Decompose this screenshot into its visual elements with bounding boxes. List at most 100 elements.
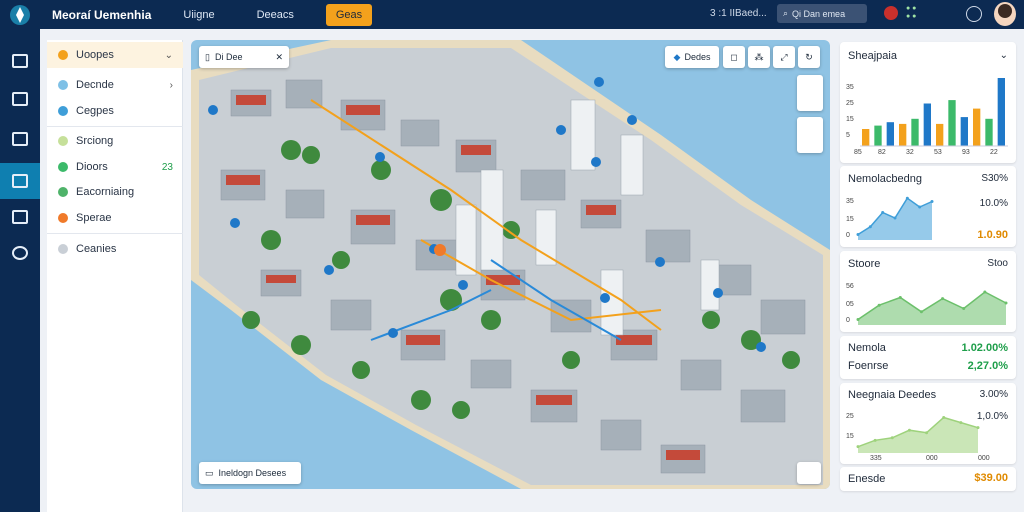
chart-panel-sheajpaia: Sheajpaia ⌄ 35 25 15 5 85 82 32 53 93 22 [840, 42, 1016, 163]
legend-label: Ineldogn Desees [218, 468, 287, 478]
area-chart [856, 290, 1008, 325]
footer-amount: $39.00 [974, 472, 1008, 484]
data-point [856, 233, 860, 236]
bar [899, 123, 907, 146]
data-point [856, 445, 860, 449]
app-title: Meoraí Uemenhia [52, 7, 152, 22]
top-bar: Meoraí Uemenhia Uiigne Deeacs Geas 3 :1 … [0, 0, 1024, 29]
chevron-right-icon[interactable]: › [170, 80, 173, 91]
expand-icon[interactable]: ⤢ [773, 46, 795, 68]
refresh-icon[interactable]: ↻ [798, 46, 820, 68]
fullscreen-icon[interactable] [797, 462, 821, 484]
sidebar-item-label: Eacorniaing [76, 186, 135, 198]
document-icon [12, 210, 28, 224]
data-point [959, 421, 963, 425]
sidebar-item-eacorniaing[interactable]: Eacorniaing [47, 179, 183, 205]
tab-deeacs[interactable]: Deeacs [247, 4, 304, 26]
map-toolbar-button[interactable]: ◆ Dedes [665, 46, 719, 68]
map-canvas [191, 40, 830, 489]
sidebar-item-cegpes[interactable]: Cegpes [47, 98, 183, 124]
area-chart [856, 416, 980, 453]
layer-dot-icon [58, 106, 68, 116]
data-point [905, 196, 909, 200]
rail-document-icon[interactable] [0, 199, 40, 235]
data-point [868, 225, 872, 229]
bookmark-icon[interactable]: ◻ [723, 46, 745, 68]
bar [862, 129, 870, 146]
map-icon [12, 174, 28, 188]
app-logo-icon[interactable] [0, 0, 40, 29]
stat-label: Nemola [848, 342, 886, 354]
status-indicators: ● ● ● ● [906, 5, 917, 20]
bar [923, 103, 931, 146]
stat-value: 2,27.0% [967, 360, 1008, 372]
bar [960, 117, 968, 146]
layer-dot-icon [58, 213, 68, 223]
sidebar-item-decnde[interactable]: Decnde › [47, 72, 183, 98]
map-search-input[interactable]: ▯ Di Dee ✕ [199, 46, 289, 68]
sidebar-item-dioors[interactable]: Dioors 23 [47, 154, 183, 180]
layer-sidebar: Uoopes ⌄ Decnde › Cegpes Srciong Dioors … [47, 40, 183, 512]
data-point [881, 211, 885, 214]
close-icon[interactable]: ✕ [275, 52, 283, 63]
bar [936, 123, 944, 146]
sidebar-item-sperae[interactable]: Sperae [47, 205, 183, 231]
sidebar-item-label: Dioors [76, 161, 108, 173]
data-point [893, 216, 897, 220]
rail-building-icon[interactable] [0, 121, 40, 157]
chevron-down-icon[interactable]: ⌄ [165, 50, 173, 61]
map-toolbar-label: Dedes [684, 52, 711, 62]
tab-geas[interactable]: Geas [325, 3, 373, 26]
city-map[interactable]: ▯ Di Dee ✕ ◆ Dedes ◻ ⁂ ⤢ ↻ ▭ Ineldogn De… [191, 40, 830, 489]
sidebar-item-label: Ceanies [76, 243, 117, 255]
data-point [941, 297, 945, 301]
stats-panel: Nemola 1.02.00% Foenrse 2,27.0% [840, 336, 1016, 379]
bar [997, 78, 1005, 146]
rail-map-icon[interactable] [0, 163, 40, 199]
map-layer-controls[interactable] [797, 75, 823, 111]
data-point [925, 431, 929, 435]
sidebar-item-uoopes[interactable]: Uoopes ⌄ [47, 42, 183, 68]
layer-dot-icon [58, 187, 68, 197]
sidebar-item-label: Uoopes [76, 49, 114, 61]
settings-icon [12, 246, 28, 260]
rail-layers-icon[interactable] [0, 81, 40, 117]
building-icon [12, 132, 28, 146]
help-icon[interactable] [966, 6, 982, 22]
pin-icon: ◆ [673, 51, 681, 62]
rail-settings-icon[interactable] [0, 235, 40, 271]
chart-panel-neegnaia: Neegnaia Deedes 3.00% 1,0.0% 25 15 335 0… [840, 383, 1016, 464]
sidebar-item-label: Srciong [76, 135, 114, 147]
footer-panel: Enesde $39.00 [840, 467, 1016, 491]
layer-dot-icon [58, 162, 68, 172]
data-point [1004, 301, 1008, 305]
data-point [873, 438, 877, 442]
chart-panel-stoore: Stoore Stoo 56 05 0 [840, 251, 1016, 332]
share-icon[interactable]: ⁂ [748, 46, 770, 68]
map-zoom-controls[interactable] [797, 117, 823, 153]
sidebar-item-label: Decnde [76, 79, 114, 91]
map-legend[interactable]: ▭ Ineldogn Desees [199, 462, 301, 484]
sidebar-item-srciong[interactable]: Srciong [47, 128, 183, 154]
sidebar-item-label: Sperae [76, 212, 112, 224]
layers-icon [12, 92, 28, 106]
global-search-input[interactable]: ⌕ Qi Dan emea [777, 4, 867, 23]
rail-home-icon[interactable] [0, 43, 40, 79]
stat-label: Foenrse [848, 360, 889, 372]
left-rail [0, 29, 40, 512]
legend-icon: ▭ [205, 467, 214, 478]
notification-icon[interactable] [884, 6, 898, 20]
map-search-text: Di Dee [214, 52, 243, 62]
layer-dot-icon [58, 50, 68, 60]
tab-uiigne[interactable]: Uiigne [173, 4, 224, 26]
data-point [890, 436, 894, 440]
avatar[interactable] [994, 2, 1016, 26]
data-point [877, 303, 881, 307]
bar [886, 122, 894, 146]
data-point [962, 307, 966, 310]
sidebar-item-ceanies[interactable]: Ceanies [47, 236, 183, 262]
bar [948, 100, 956, 146]
data-point [976, 426, 980, 430]
data-point [930, 200, 934, 203]
area-chart [856, 196, 934, 240]
